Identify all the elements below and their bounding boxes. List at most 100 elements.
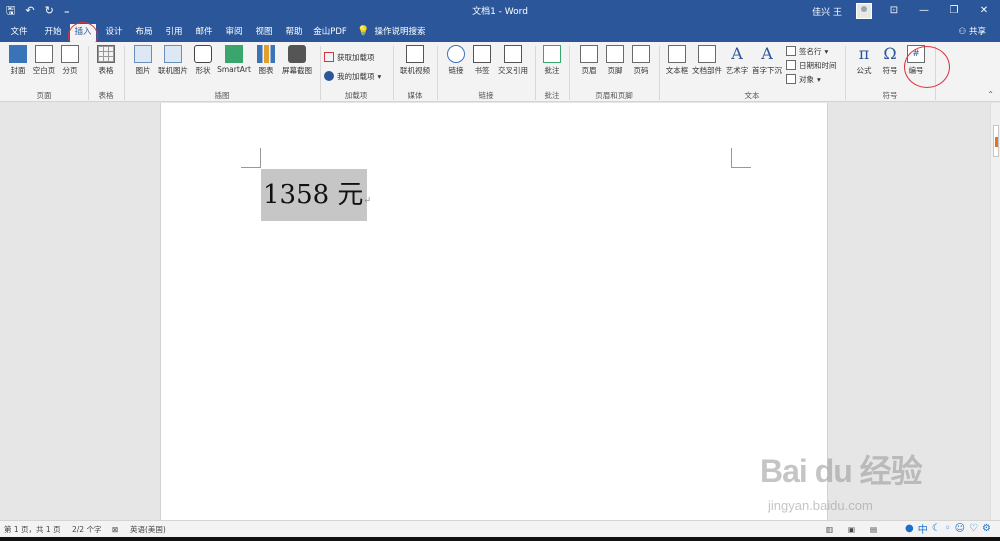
scroll-position-marker [995, 137, 998, 147]
bookmark-button[interactable]: 书签 [469, 45, 495, 76]
table-button[interactable]: 表格 [92, 45, 120, 76]
moon-icon: ☾ [931, 522, 941, 534]
tab-layout[interactable]: 布局 [129, 22, 159, 42]
group-label-media: 媒体 [407, 91, 423, 100]
group-label-pages: 页面 [36, 91, 52, 100]
pictures-button[interactable]: 图片 [130, 45, 156, 76]
tab-kingsoft-pdf[interactable]: 金山PDF [309, 22, 351, 42]
page-count[interactable]: 第 1 页，共 1 页 [4, 524, 61, 535]
calendar-icon [786, 60, 796, 70]
user-name[interactable]: 佳兴 王 [812, 5, 842, 18]
proofing-icon[interactable]: ⊠ [112, 524, 118, 535]
online-pictures-button[interactable]: 联机图片 [156, 45, 190, 76]
close-icon[interactable]: ✕ [976, 3, 992, 19]
shapes-label: 形状 [195, 66, 211, 75]
table-icon [97, 45, 115, 63]
collapse-ribbon-icon[interactable]: ⌃ [987, 90, 994, 99]
cross-reference-label: 交叉引用 [498, 66, 528, 75]
online-video-label: 联机视频 [400, 66, 430, 75]
pictures-label: 图片 [135, 66, 151, 75]
online-video-button[interactable]: 联机视频 [397, 45, 433, 76]
tab-references[interactable]: 引用 [159, 22, 189, 42]
dropcap-button[interactable]: A 首字下沉 [752, 45, 782, 76]
camera-icon [288, 45, 306, 63]
group-label-illustrations: 插图 [214, 91, 230, 100]
pi-icon: π [858, 44, 870, 63]
tab-home[interactable]: 开始 [38, 22, 68, 42]
chart-label: 图表 [258, 66, 274, 75]
object-button[interactable]: 对象 ▾ [786, 73, 821, 85]
cover-page-icon [9, 45, 27, 63]
wordart-label: 艺术字 [725, 66, 749, 75]
signature-line-button[interactable]: 签名行 ▾ [786, 45, 828, 57]
header-label: 页眉 [581, 66, 597, 75]
tab-review[interactable]: 审阅 [219, 22, 249, 42]
ribbon-tabs: 文件 开始 插入 设计 布局 引用 邮件 审阅 视图 帮助 金山PDF 💡 操作… [0, 22, 1000, 42]
page-number-label: 页码 [633, 66, 649, 75]
page-number-button[interactable]: 页码 [628, 45, 654, 76]
tab-design[interactable]: 设计 [99, 22, 129, 42]
tab-mailings[interactable]: 邮件 [189, 22, 219, 42]
ribbon-display-icon[interactable]: ⊡ [886, 3, 902, 19]
person-icon: ⚇ [958, 27, 967, 37]
cross-reference-button[interactable]: 交叉引用 [495, 45, 531, 76]
signature-icon [786, 46, 796, 56]
print-layout-icon[interactable]: ▣ [848, 524, 855, 535]
cover-page-button[interactable]: 封面 [4, 45, 32, 76]
language[interactable]: 英语(美国) [130, 524, 166, 535]
page-break-label: 分页 [62, 66, 78, 75]
textbox-icon [668, 45, 686, 63]
margin-corner-top-left [241, 148, 261, 168]
smartart-button[interactable]: SmartArt [216, 45, 252, 74]
my-addins-button[interactable]: 我的加载项 ▾ [324, 70, 381, 82]
restore-icon[interactable]: ❐ [946, 3, 962, 19]
equation-button[interactable]: π 公式 [851, 45, 877, 76]
blank-page-icon [35, 45, 53, 63]
web-layout-icon[interactable]: ▤ [870, 524, 877, 535]
wordart-button[interactable]: A 艺术字 [722, 45, 752, 76]
minimize-icon[interactable]: — [916, 3, 932, 19]
video-icon [406, 45, 424, 63]
tab-help[interactable]: 帮助 [279, 22, 309, 42]
ime-toolbar[interactable]: ● 中 ☾ ◦ ☺ ♡ ⚙ [905, 519, 997, 537]
link-button[interactable]: 链接 [443, 45, 469, 76]
shapes-button[interactable]: 形状 [190, 45, 216, 76]
selected-text[interactable]: 1358 元↵ [261, 169, 371, 221]
symbol-button[interactable]: Ω 符号 [877, 45, 903, 76]
symbol-label: 符号 [882, 66, 898, 75]
title-bar: 🖫 ↶ ↻ ₌ 文档1 - Word 佳兴 王 ⊡ — ❐ ✕ [0, 0, 1000, 22]
tell-me-search[interactable]: 操作说明搜索 [370, 22, 430, 42]
footer-button[interactable]: 页脚 [602, 45, 628, 76]
chevron-down-icon: ▾ [377, 71, 382, 81]
word-count[interactable]: 2/2 个字 [72, 524, 101, 535]
group-label-symbols: 符号 [882, 91, 898, 100]
screenshot-button[interactable]: 屏幕截图 [279, 45, 315, 76]
date-time-label: 日期和时间 [799, 60, 837, 70]
comment-button[interactable]: 批注 [539, 45, 565, 76]
shapes-icon [194, 45, 212, 63]
margin-corner-top-right [731, 148, 751, 168]
ribbon: 封面 空白页 分页 页面 表格 表格 图片 联机图片 形状 SmartArt 图… [0, 42, 1000, 102]
dropcap-icon: A [761, 44, 773, 63]
vertical-scrollbar[interactable] [990, 103, 1000, 520]
header-button[interactable]: 页眉 [576, 45, 602, 76]
date-time-button[interactable]: 日期和时间 [786, 59, 837, 71]
avatar[interactable] [856, 3, 872, 19]
dropcap-label: 首字下沉 [752, 66, 782, 75]
read-mode-icon[interactable]: ▥ [826, 524, 833, 535]
page-break-button[interactable]: 分页 [57, 45, 83, 76]
link-icon [447, 45, 465, 63]
blank-page-button[interactable]: 空白页 [30, 45, 58, 76]
quick-parts-button[interactable]: 文档部件 [692, 45, 722, 76]
document-page[interactable]: 1358 元↵ [160, 103, 828, 520]
get-addins-button[interactable]: 获取加载项 [324, 51, 375, 63]
ime-language[interactable]: 中 [918, 521, 928, 536]
smartart-label: SmartArt [217, 65, 251, 74]
tab-view[interactable]: 视图 [249, 22, 279, 42]
chart-button[interactable]: 图表 [253, 45, 279, 76]
group-label-addins: 加载项 [344, 91, 368, 100]
share-label: 共享 [968, 27, 986, 37]
share-button[interactable]: ⚇ 共享 [959, 26, 986, 38]
textbox-button[interactable]: 文本框 [662, 45, 692, 76]
tab-file[interactable]: 文件 [4, 22, 34, 42]
